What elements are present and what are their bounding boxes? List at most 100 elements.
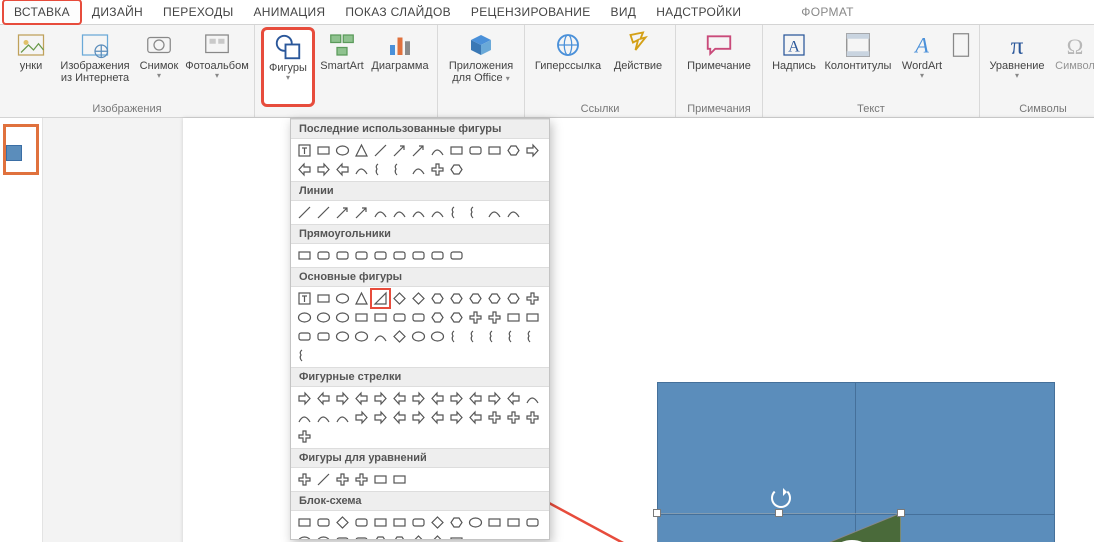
symbol-button[interactable]: Ω Символ: [1050, 27, 1094, 103]
shape-option-tri2[interactable]: [352, 289, 371, 308]
shape-option-plus[interactable]: [485, 408, 504, 427]
shape-option-curve[interactable]: [352, 160, 371, 179]
tab-view[interactable]: ВИД: [601, 1, 647, 23]
shape-option-curve[interactable]: [371, 327, 390, 346]
shape-option-rect[interactable]: [485, 513, 504, 532]
shape-option-rrect[interactable]: [314, 327, 333, 346]
shape-option-rect[interactable]: [504, 513, 523, 532]
headerfooter-button[interactable]: Колонтитулы: [821, 27, 895, 103]
shape-option-curve[interactable]: [371, 203, 390, 222]
shape-option-rrect[interactable]: [409, 513, 428, 532]
shape-option-brace[interactable]: [447, 327, 466, 346]
shape-option-brace[interactable]: [504, 327, 523, 346]
shape-option-tri[interactable]: [371, 289, 390, 308]
tab-format[interactable]: ФОРМАТ: [791, 1, 864, 23]
slide-thumb-1[interactable]: [5, 126, 37, 173]
shape-option-curve[interactable]: [390, 203, 409, 222]
shape-option-line[interactable]: [371, 141, 390, 160]
shape-option-ellipse[interactable]: [352, 327, 371, 346]
shape-option-brace[interactable]: [447, 203, 466, 222]
shape-option-plus[interactable]: [523, 408, 542, 427]
shape-option-arrowL[interactable]: [333, 160, 352, 179]
shape-option-hex[interactable]: [447, 160, 466, 179]
resize-handle[interactable]: [775, 509, 783, 517]
shape-option-arrowR[interactable]: [314, 160, 333, 179]
shape-option-arrowL[interactable]: [504, 389, 523, 408]
shape-option-rrect[interactable]: [295, 327, 314, 346]
shape-option-arrowL[interactable]: [390, 408, 409, 427]
shape-option-rect[interactable]: [447, 141, 466, 160]
shape-option-rect[interactable]: [295, 246, 314, 265]
shape-option-rect[interactable]: [371, 513, 390, 532]
triangle-shape-selected[interactable]: [657, 513, 901, 542]
shape-option-rrect[interactable]: [523, 513, 542, 532]
shape-option-rect[interactable]: [390, 470, 409, 489]
shape-option-curve[interactable]: [485, 203, 504, 222]
shape-option-arrowR[interactable]: [333, 389, 352, 408]
shape-option-diamond[interactable]: [333, 513, 352, 532]
textbox-button[interactable]: A Надпись: [769, 27, 819, 103]
hyperlink-button[interactable]: Гиперссылка: [531, 27, 605, 103]
shape-option-arrowR[interactable]: [447, 408, 466, 427]
shape-option-hex[interactable]: [504, 141, 523, 160]
shape-option-ellipse[interactable]: [466, 513, 485, 532]
shape-option-text[interactable]: [295, 141, 314, 160]
shape-option-hex[interactable]: [466, 289, 485, 308]
shape-option-hex[interactable]: [447, 513, 466, 532]
shape-option-arrowL[interactable]: [352, 389, 371, 408]
shape-option-arrow[interactable]: [409, 141, 428, 160]
shape-option-hex[interactable]: [428, 289, 447, 308]
pictures-button[interactable]: унки: [6, 27, 56, 103]
tab-insert[interactable]: ВСТАВКА: [2, 0, 82, 25]
shape-option-brace[interactable]: [371, 160, 390, 179]
shape-option-plus[interactable]: [428, 160, 447, 179]
shape-option-plus[interactable]: [504, 408, 523, 427]
shape-option-hex[interactable]: [371, 532, 390, 540]
shape-option-arrowR[interactable]: [371, 408, 390, 427]
shape-option-arrowL[interactable]: [314, 389, 333, 408]
shape-option-arrowR[interactable]: [409, 389, 428, 408]
shape-option-brace[interactable]: [485, 327, 504, 346]
tab-review[interactable]: РЕЦЕНЗИРОВАНИЕ: [461, 1, 601, 23]
shape-option-rect[interactable]: [447, 532, 466, 540]
shape-option-line[interactable]: [314, 203, 333, 222]
shape-option-hex[interactable]: [390, 532, 409, 540]
shape-option-arrowL[interactable]: [466, 389, 485, 408]
shape-option-rrect[interactable]: [390, 308, 409, 327]
shape-option-curve[interactable]: [428, 203, 447, 222]
shape-option-curve[interactable]: [428, 141, 447, 160]
shape-option-plus[interactable]: [295, 427, 314, 446]
shape-option-plus[interactable]: [295, 470, 314, 489]
shape-option-plus[interactable]: [523, 289, 542, 308]
shape-option-rect[interactable]: [314, 289, 333, 308]
shape-option-diamond[interactable]: [409, 532, 428, 540]
shape-option-rrect[interactable]: [333, 532, 352, 540]
text-extra-button[interactable]: [949, 27, 973, 103]
shape-option-rrect[interactable]: [409, 246, 428, 265]
shape-option-curve[interactable]: [523, 389, 542, 408]
shape-option-arrow[interactable]: [352, 203, 371, 222]
shape-option-rrect[interactable]: [447, 246, 466, 265]
shape-option-diamond[interactable]: [390, 289, 409, 308]
shape-option-rrect[interactable]: [428, 246, 447, 265]
smartart-button[interactable]: SmartArt: [317, 27, 367, 103]
shape-option-line[interactable]: [295, 203, 314, 222]
shapes-dropdown[interactable]: Последние использованные фигуры Линии Пр…: [290, 118, 550, 540]
shape-option-arrowR[interactable]: [295, 389, 314, 408]
shape-option-arrowL[interactable]: [428, 408, 447, 427]
shape-option-ellipse[interactable]: [314, 532, 333, 540]
shape-option-rect[interactable]: [390, 513, 409, 532]
shape-option-rect[interactable]: [295, 513, 314, 532]
shape-option-brace[interactable]: [295, 346, 314, 365]
resize-handle[interactable]: [897, 509, 905, 517]
shape-option-ellipse[interactable]: [295, 532, 314, 540]
tab-addins[interactable]: НАДСТРОЙКИ: [646, 1, 751, 23]
shape-option-arrowR[interactable]: [352, 408, 371, 427]
shape-option-arrow[interactable]: [390, 141, 409, 160]
shape-option-brace[interactable]: [523, 327, 542, 346]
grid-cell[interactable]: [855, 382, 1055, 516]
tab-slideshow[interactable]: ПОКАЗ СЛАЙДОВ: [335, 1, 461, 23]
shape-option-rect[interactable]: [314, 141, 333, 160]
shape-option-arrowL[interactable]: [428, 389, 447, 408]
rotate-handle[interactable]: [771, 488, 791, 508]
